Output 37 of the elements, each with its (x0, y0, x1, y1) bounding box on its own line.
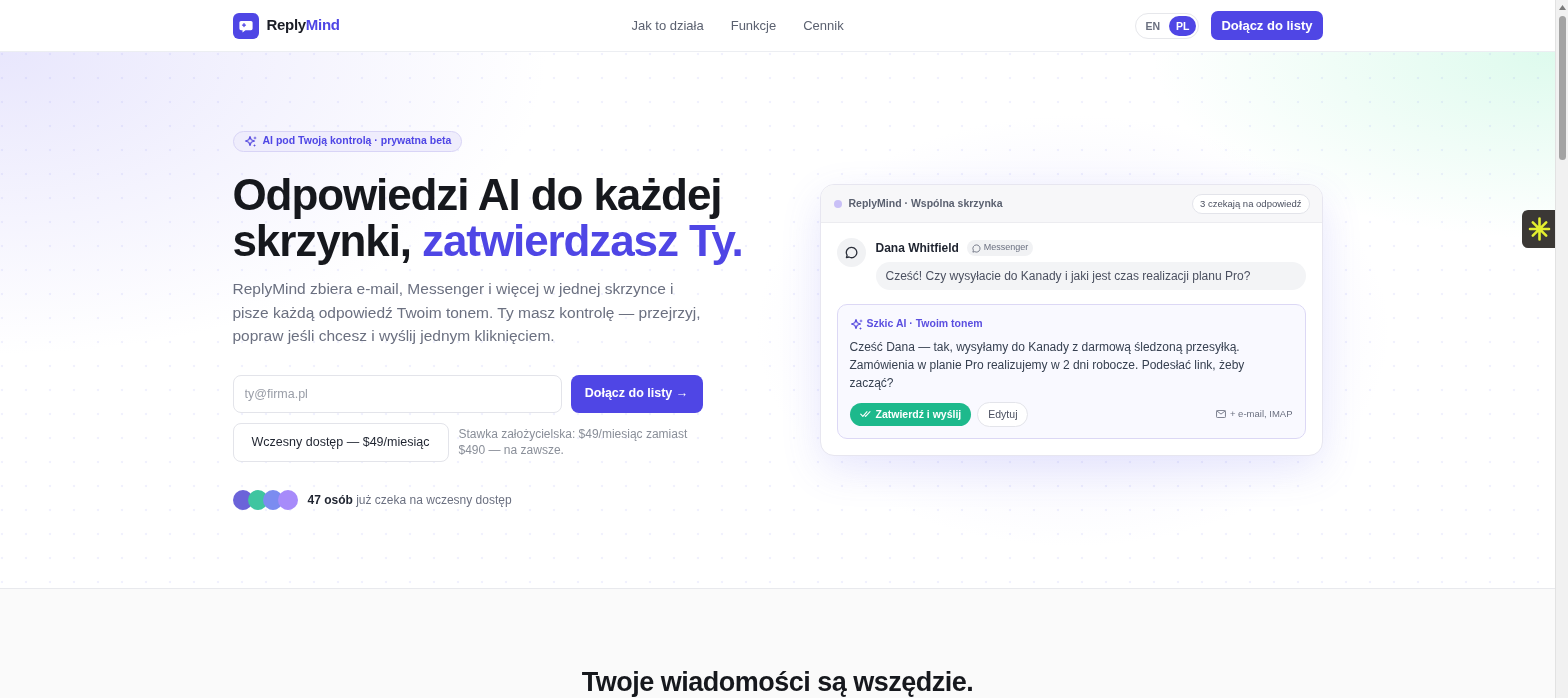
nav-link[interactable]: Jak to działa (631, 15, 704, 36)
nav-link[interactable]: Cennik (803, 15, 844, 36)
chat-bubble-icon (971, 243, 981, 253)
status-dot-icon (833, 199, 842, 208)
scrollbar-thumb[interactable] (1559, 16, 1566, 160)
badge-label: AI pod Twoją kontrolą · prywatna beta (262, 133, 452, 149)
pending-count: 3 czekają na odpowiedź (1192, 193, 1310, 214)
channels-note: + e-mail, IMAP (1229, 407, 1293, 422)
sparkle-icon (849, 318, 863, 330)
pricing-note: Stawka założycielska: $49/miesiąc zamiast $490 — na zawsze. (458, 426, 689, 459)
sender-name: Dana Whitfield (875, 240, 959, 258)
scroll-up-arrow-icon[interactable] (1559, 5, 1566, 10)
language-option[interactable]: EN (1138, 15, 1168, 36)
hero-heading: Odpowiedzi AI do każdej skrzynki, zatwierdzasz Ty. (232, 172, 744, 265)
message-bubble: Cześć! Czy wysyłacie do Kanady i jaki jest czas realizacji planu Pro? (875, 262, 1306, 291)
edit-button[interactable]: Edytuj (977, 401, 1029, 427)
sparkle-icon (243, 135, 257, 148)
inbox-title: ReplyMind · Wspólna skrzynka (848, 195, 1003, 211)
join-waitlist-button[interactable]: Dołącz do listy (1211, 11, 1323, 40)
email-field[interactable]: ty@firma.pl (232, 374, 562, 413)
early-access-button[interactable]: Wczesny dostęp — $49/miesiąc (232, 422, 449, 462)
mail-icon (1215, 410, 1226, 419)
double-check-icon (859, 410, 871, 419)
channel-name: Messenger (983, 241, 1029, 255)
scrollbar[interactable] (1555, 0, 1568, 698)
join-waitlist-button[interactable]: Dołącz do listy → (570, 374, 703, 413)
chat-bubble-icon (836, 238, 866, 268)
hero-description: ReplyMind zbiera e-mail, Messenger i więcej w jednej skrzynce i pisze każdą odpowiedź Twoim tonem. Ty masz kontrolę — przejrzyj, popraw jeśli chcesz i wyślij jednym kliknięciem. (232, 279, 702, 347)
nav-link[interactable]: Funkcje (730, 15, 777, 36)
section-heading: Twoje wiadomości są wszędzie. (580, 669, 975, 696)
waitlist-count: 47 osób już czeka na wczesny dostęp (307, 491, 512, 509)
asterisk-icon[interactable] (1522, 210, 1555, 248)
brand-name[interactable]: ReplyMind (266, 14, 340, 37)
draft-label: Szkic AI · Twoim tonem (866, 316, 983, 332)
draft-text: Cześć Dana — tak, wysyłamy do Kanady z darmową śledzoną przesyłką. Zamówienia w planie Pro realizujemy w 2 dni robocze. Podesłać link, żeby zacząć? (849, 338, 1246, 392)
logo-chat-icon[interactable] (232, 12, 259, 39)
language-option[interactable]: PL (1169, 15, 1197, 36)
